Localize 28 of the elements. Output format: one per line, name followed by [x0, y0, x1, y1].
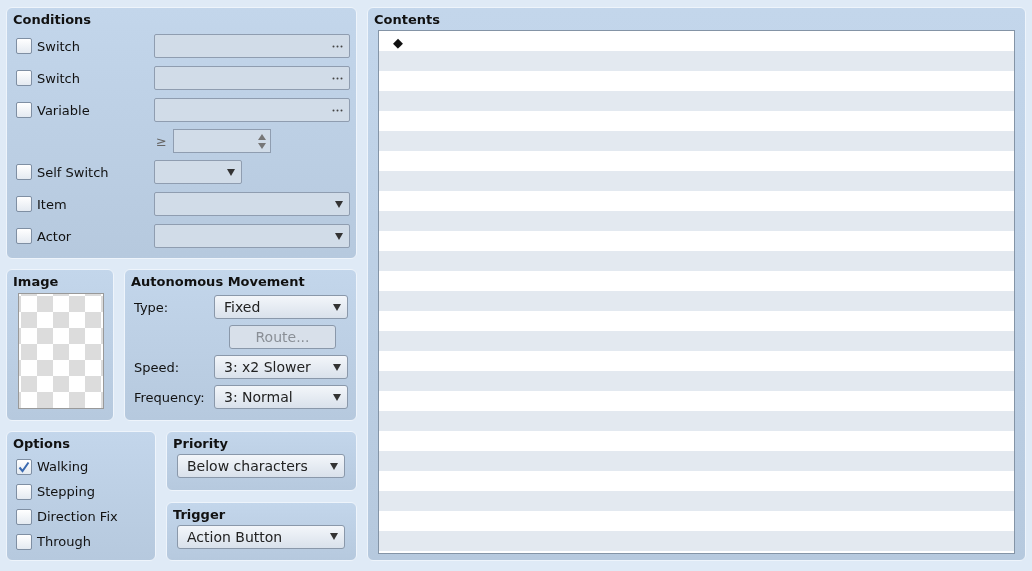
checkbox-label: Switch	[37, 38, 80, 54]
checkbox-label: Direction Fix	[37, 509, 118, 524]
checkbox-label: Switch	[37, 70, 80, 86]
checkbox-label: Item	[37, 196, 67, 212]
dropdown[interactable]: Fixed	[214, 295, 348, 320]
field-label: Frequency:	[134, 389, 205, 405]
operator-symbol: ≥	[156, 133, 167, 149]
checkbox-label: Self Switch	[37, 164, 109, 180]
field-label: Speed:	[134, 359, 180, 375]
panel-title: Trigger	[173, 506, 226, 522]
panel-title: Options	[13, 436, 70, 451]
checkbox-label: Variable	[37, 102, 90, 118]
dropdown[interactable]: 3: Normal	[214, 385, 348, 410]
dropdown[interactable]: 3: x2 Slower	[214, 355, 348, 380]
command-line[interactable]: ◆	[393, 34, 403, 50]
panel-title: Image	[13, 274, 59, 290]
panel-title: Autonomous Movement	[131, 274, 305, 290]
dropdown[interactable]: Below characters	[177, 454, 345, 478]
dropdown[interactable]: Action Button	[177, 524, 345, 549]
checkbox-label: Through	[37, 534, 91, 549]
command-list[interactable]: ◆	[378, 30, 1015, 554]
field-label: Type:	[134, 299, 169, 315]
checkbox-label: Walking	[37, 459, 89, 474]
panel-title: Contents	[374, 12, 440, 27]
panel-title: Priority	[173, 436, 228, 451]
panel-title: Conditions	[13, 12, 92, 27]
checkbox-label: Actor	[37, 228, 72, 244]
checkbox-label: Stepping	[37, 484, 95, 499]
